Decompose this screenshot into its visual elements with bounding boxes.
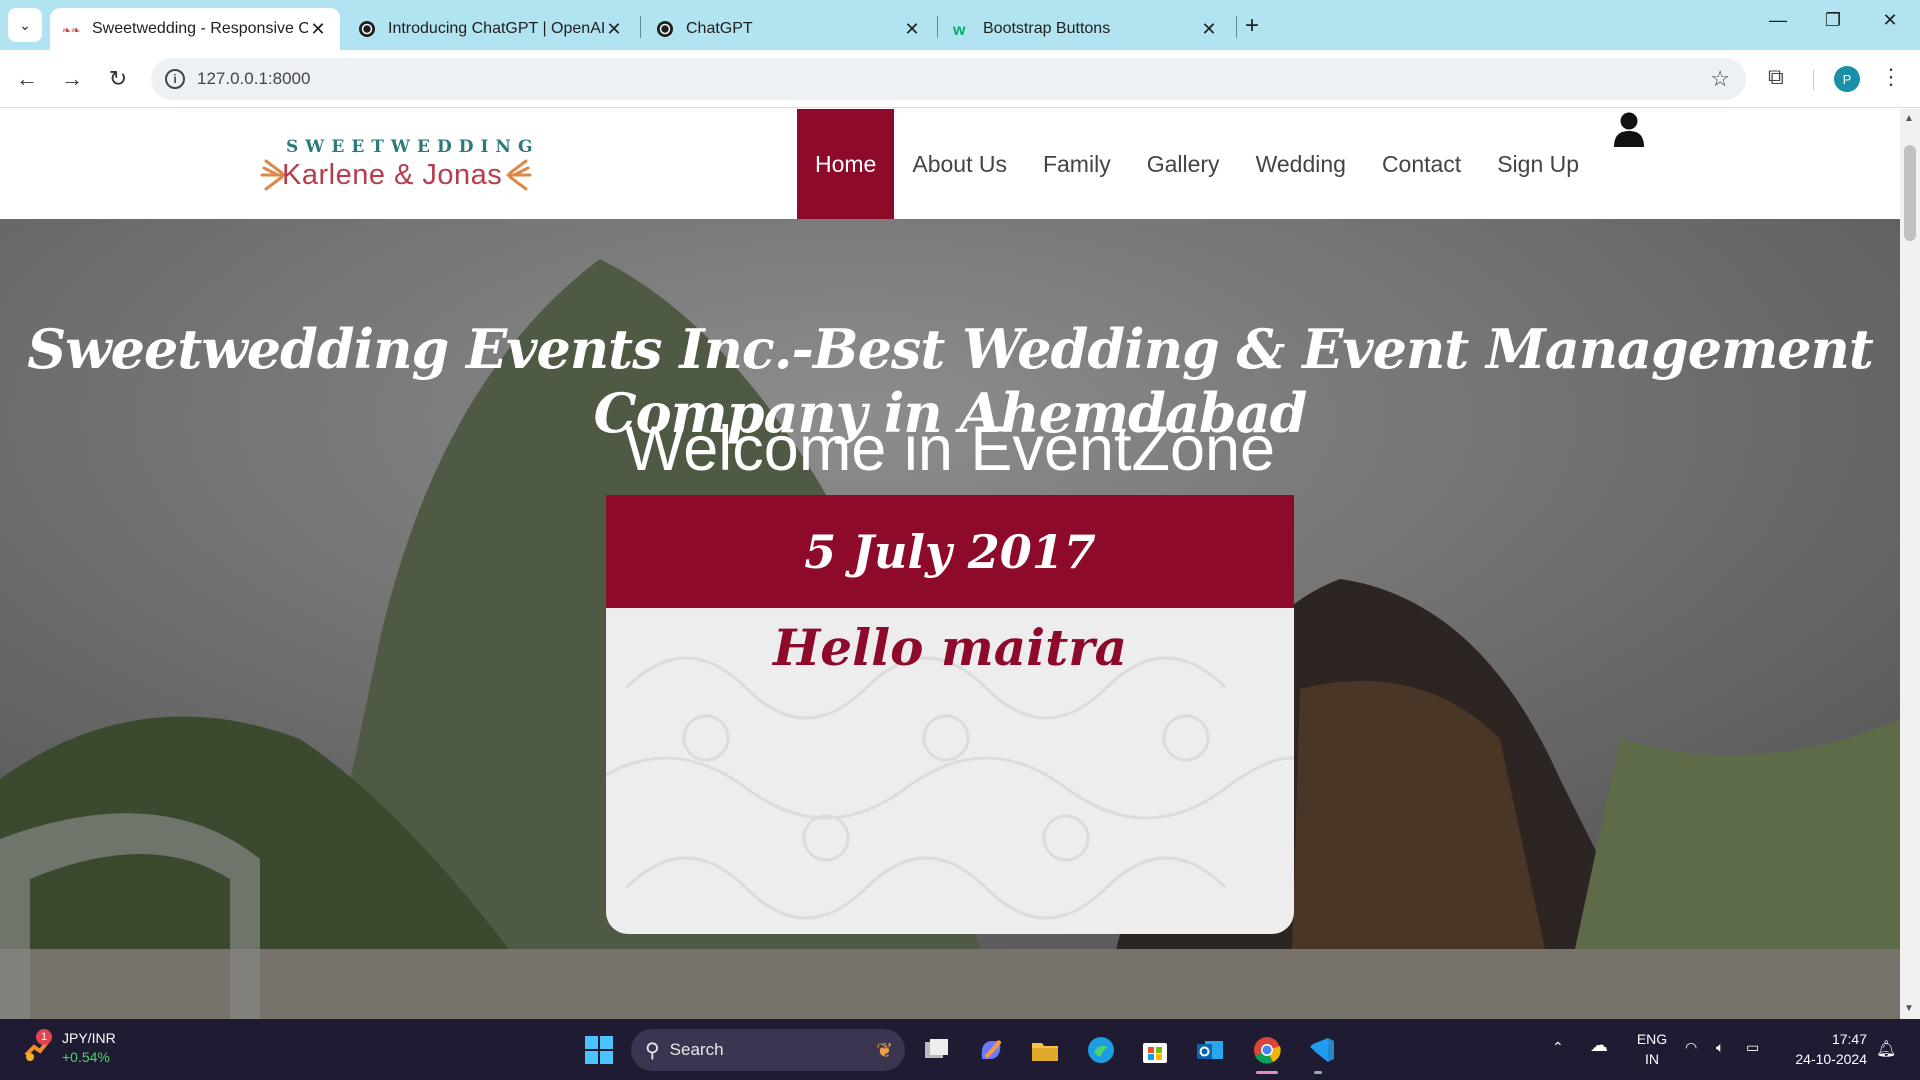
nav-about-us[interactable]: About Us (894, 109, 1025, 219)
reload-icon[interactable]: ↻ (103, 64, 133, 94)
system-clock[interactable]: 17:47 24-10-2024 (1783, 1029, 1867, 1069)
edge-icon[interactable] (1082, 1031, 1120, 1069)
nav-home[interactable]: Home (797, 109, 895, 219)
nav-contact[interactable]: Contact (1364, 109, 1479, 219)
microsoft-store-icon[interactable] (1136, 1031, 1174, 1069)
chrome-icon[interactable] (1248, 1031, 1286, 1069)
search-highlight-icon: ❦ (876, 1039, 893, 1062)
logo-names: Karlene & Jonas (282, 159, 503, 191)
tab-separator (937, 16, 938, 38)
windows-start-icon[interactable] (580, 1031, 618, 1069)
taskbar-search[interactable]: ⚲ Search ❦ (631, 1029, 905, 1071)
hero-subtitle: Welcome in EventZone (624, 414, 1276, 484)
nav-family[interactable]: Family (1025, 109, 1129, 219)
volume-icon[interactable]: 🔈︎ (1716, 1039, 1724, 1056)
input-language[interactable]: ENG IN (1632, 1029, 1672, 1069)
tab-bootstrap-buttons[interactable]: w Bootstrap Buttons ✕ (941, 8, 1231, 50)
wedding-favicon-icon: ❧❧ (62, 20, 80, 38)
tab-chatgpt[interactable]: ChatGPT ✕ (644, 8, 934, 50)
running-app-indicator (1314, 1071, 1322, 1074)
nav-gallery[interactable]: Gallery (1129, 109, 1238, 219)
forward-icon[interactable]: → (57, 64, 87, 94)
widget-label: JPY/INR (62, 1030, 116, 1046)
restore-icon[interactable]: ❐ (1813, 10, 1853, 31)
toolbar-separator (1813, 70, 1814, 90)
wifi-icon[interactable]: ◠ (1685, 1039, 1697, 1056)
clock-time: 17:47 (1831, 1031, 1867, 1047)
notification-bell-icon[interactable]: 🔔︎ (1876, 1039, 1896, 1059)
market-widget-icon: 1 (22, 1029, 52, 1063)
new-tab-button[interactable]: + (1245, 12, 1259, 40)
region-code: IN (1645, 1051, 1659, 1067)
close-icon[interactable]: ✕ (902, 19, 922, 40)
svg-text:w: w (953, 22, 966, 38)
windows-taskbar: 1 JPY/INR +0.54% ⚲ Search ❦ ⌃ ☁ ENG IN ◠… (0, 1019, 1920, 1080)
copilot-icon[interactable] (972, 1031, 1010, 1069)
openai-icon (656, 20, 674, 38)
nav-sign-up[interactable]: Sign Up (1479, 109, 1597, 219)
close-icon[interactable]: ✕ (604, 19, 624, 40)
scrollbar-thumb[interactable] (1904, 145, 1916, 241)
tab-title: Introducing ChatGPT | OpenAI (388, 20, 604, 37)
close-icon[interactable]: ✕ (1199, 19, 1219, 40)
site-info-icon[interactable]: i (165, 69, 185, 89)
event-card: 5 July 2017 Hello maitra (606, 495, 1294, 934)
language-code: ENG (1636, 1031, 1668, 1047)
back-icon[interactable]: ← (12, 64, 42, 94)
vscode-icon[interactable] (1302, 1031, 1340, 1069)
tab-separator (640, 16, 641, 38)
hero-banner: Sweetwedding Events Inc.-Best Wedding & … (0, 219, 1900, 1019)
site-header: SWEETWEDDING Karlene & Jonas Home About … (0, 109, 1900, 219)
w3schools-icon: w (953, 20, 971, 38)
tab-sweetwedding[interactable]: ❧❧ Sweetwedding - Responsive On ✕ (50, 8, 340, 50)
logo-top-line: SWEETWEDDING (286, 137, 540, 157)
scroll-up-icon[interactable]: ▲ (1904, 113, 1914, 124)
onedrive-cloud-icon[interactable]: ☁ (1590, 1035, 1608, 1056)
task-view-icon[interactable] (918, 1031, 956, 1069)
card-body: Hello maitra (606, 608, 1294, 934)
tab-title: ChatGPT (686, 20, 753, 37)
battery-icon[interactable]: ▭ (1746, 1039, 1759, 1056)
address-bar[interactable]: i 127.0.0.1:8000 ☆ (151, 58, 1746, 100)
profile-avatar[interactable]: P (1834, 66, 1860, 92)
nav-wedding[interactable]: Wedding (1238, 109, 1364, 219)
tab-strip: ⌄ ❧❧ Sweetwedding - Responsive On ✕ Intr… (0, 0, 1920, 50)
bookmark-star-icon[interactable]: ☆ (1710, 66, 1730, 92)
more-menu-icon[interactable]: ⋮ (1880, 64, 1902, 90)
event-date: 5 July 2017 (606, 495, 1294, 608)
site-logo[interactable]: SWEETWEDDING Karlene & Jonas (256, 137, 536, 197)
close-window-icon[interactable]: ✕ (1870, 10, 1910, 31)
tab-title: Bootstrap Buttons (983, 20, 1111, 37)
user-icon[interactable] (1612, 111, 1646, 151)
openai-icon (358, 20, 376, 38)
weather-widget[interactable]: 1 JPY/INR +0.54% (22, 1029, 116, 1067)
url-text[interactable]: 127.0.0.1:8000 (197, 69, 310, 89)
main-nav: Home About Us Family Gallery Wedding Con… (797, 109, 1597, 219)
browser-toolbar: ← → ↻ i 127.0.0.1:8000 ☆ ⧉ P ⋮ (0, 50, 1920, 108)
scroll-down-icon[interactable]: ▼ (1904, 1003, 1914, 1014)
card-message: Hello maitra (773, 618, 1127, 677)
clock-date: 24-10-2024 (1795, 1051, 1867, 1067)
active-app-indicator (1256, 1071, 1278, 1074)
page-viewport: SWEETWEDDING Karlene & Jonas Home About … (0, 109, 1900, 1019)
tab-separator (1236, 16, 1237, 38)
page-scrollbar[interactable]: ▲ ▼ (1900, 109, 1920, 1019)
minimize-icon[interactable]: — (1758, 10, 1798, 31)
search-placeholder: Search (669, 1040, 724, 1059)
outlook-icon[interactable] (1191, 1031, 1229, 1069)
extensions-icon[interactable]: ⧉ (1768, 64, 1784, 90)
tab-search-button[interactable]: ⌄ (8, 8, 42, 42)
search-icon: ⚲ (645, 1039, 660, 1062)
notification-badge: 1 (36, 1029, 52, 1045)
leaf-ornament-right-icon (506, 159, 532, 191)
close-icon[interactable]: ✕ (308, 19, 328, 40)
file-explorer-icon[interactable] (1026, 1031, 1064, 1069)
tab-title: Sweetwedding - Responsive On (92, 20, 308, 37)
widget-change: +0.54% (62, 1049, 110, 1065)
chevron-down-icon: ⌄ (19, 16, 31, 33)
tab-introducing-chatgpt[interactable]: Introducing ChatGPT | OpenAI ✕ (346, 8, 636, 50)
svg-text:❧❧: ❧❧ (62, 24, 80, 36)
show-hidden-icons-icon[interactable]: ⌃ (1552, 1039, 1564, 1056)
